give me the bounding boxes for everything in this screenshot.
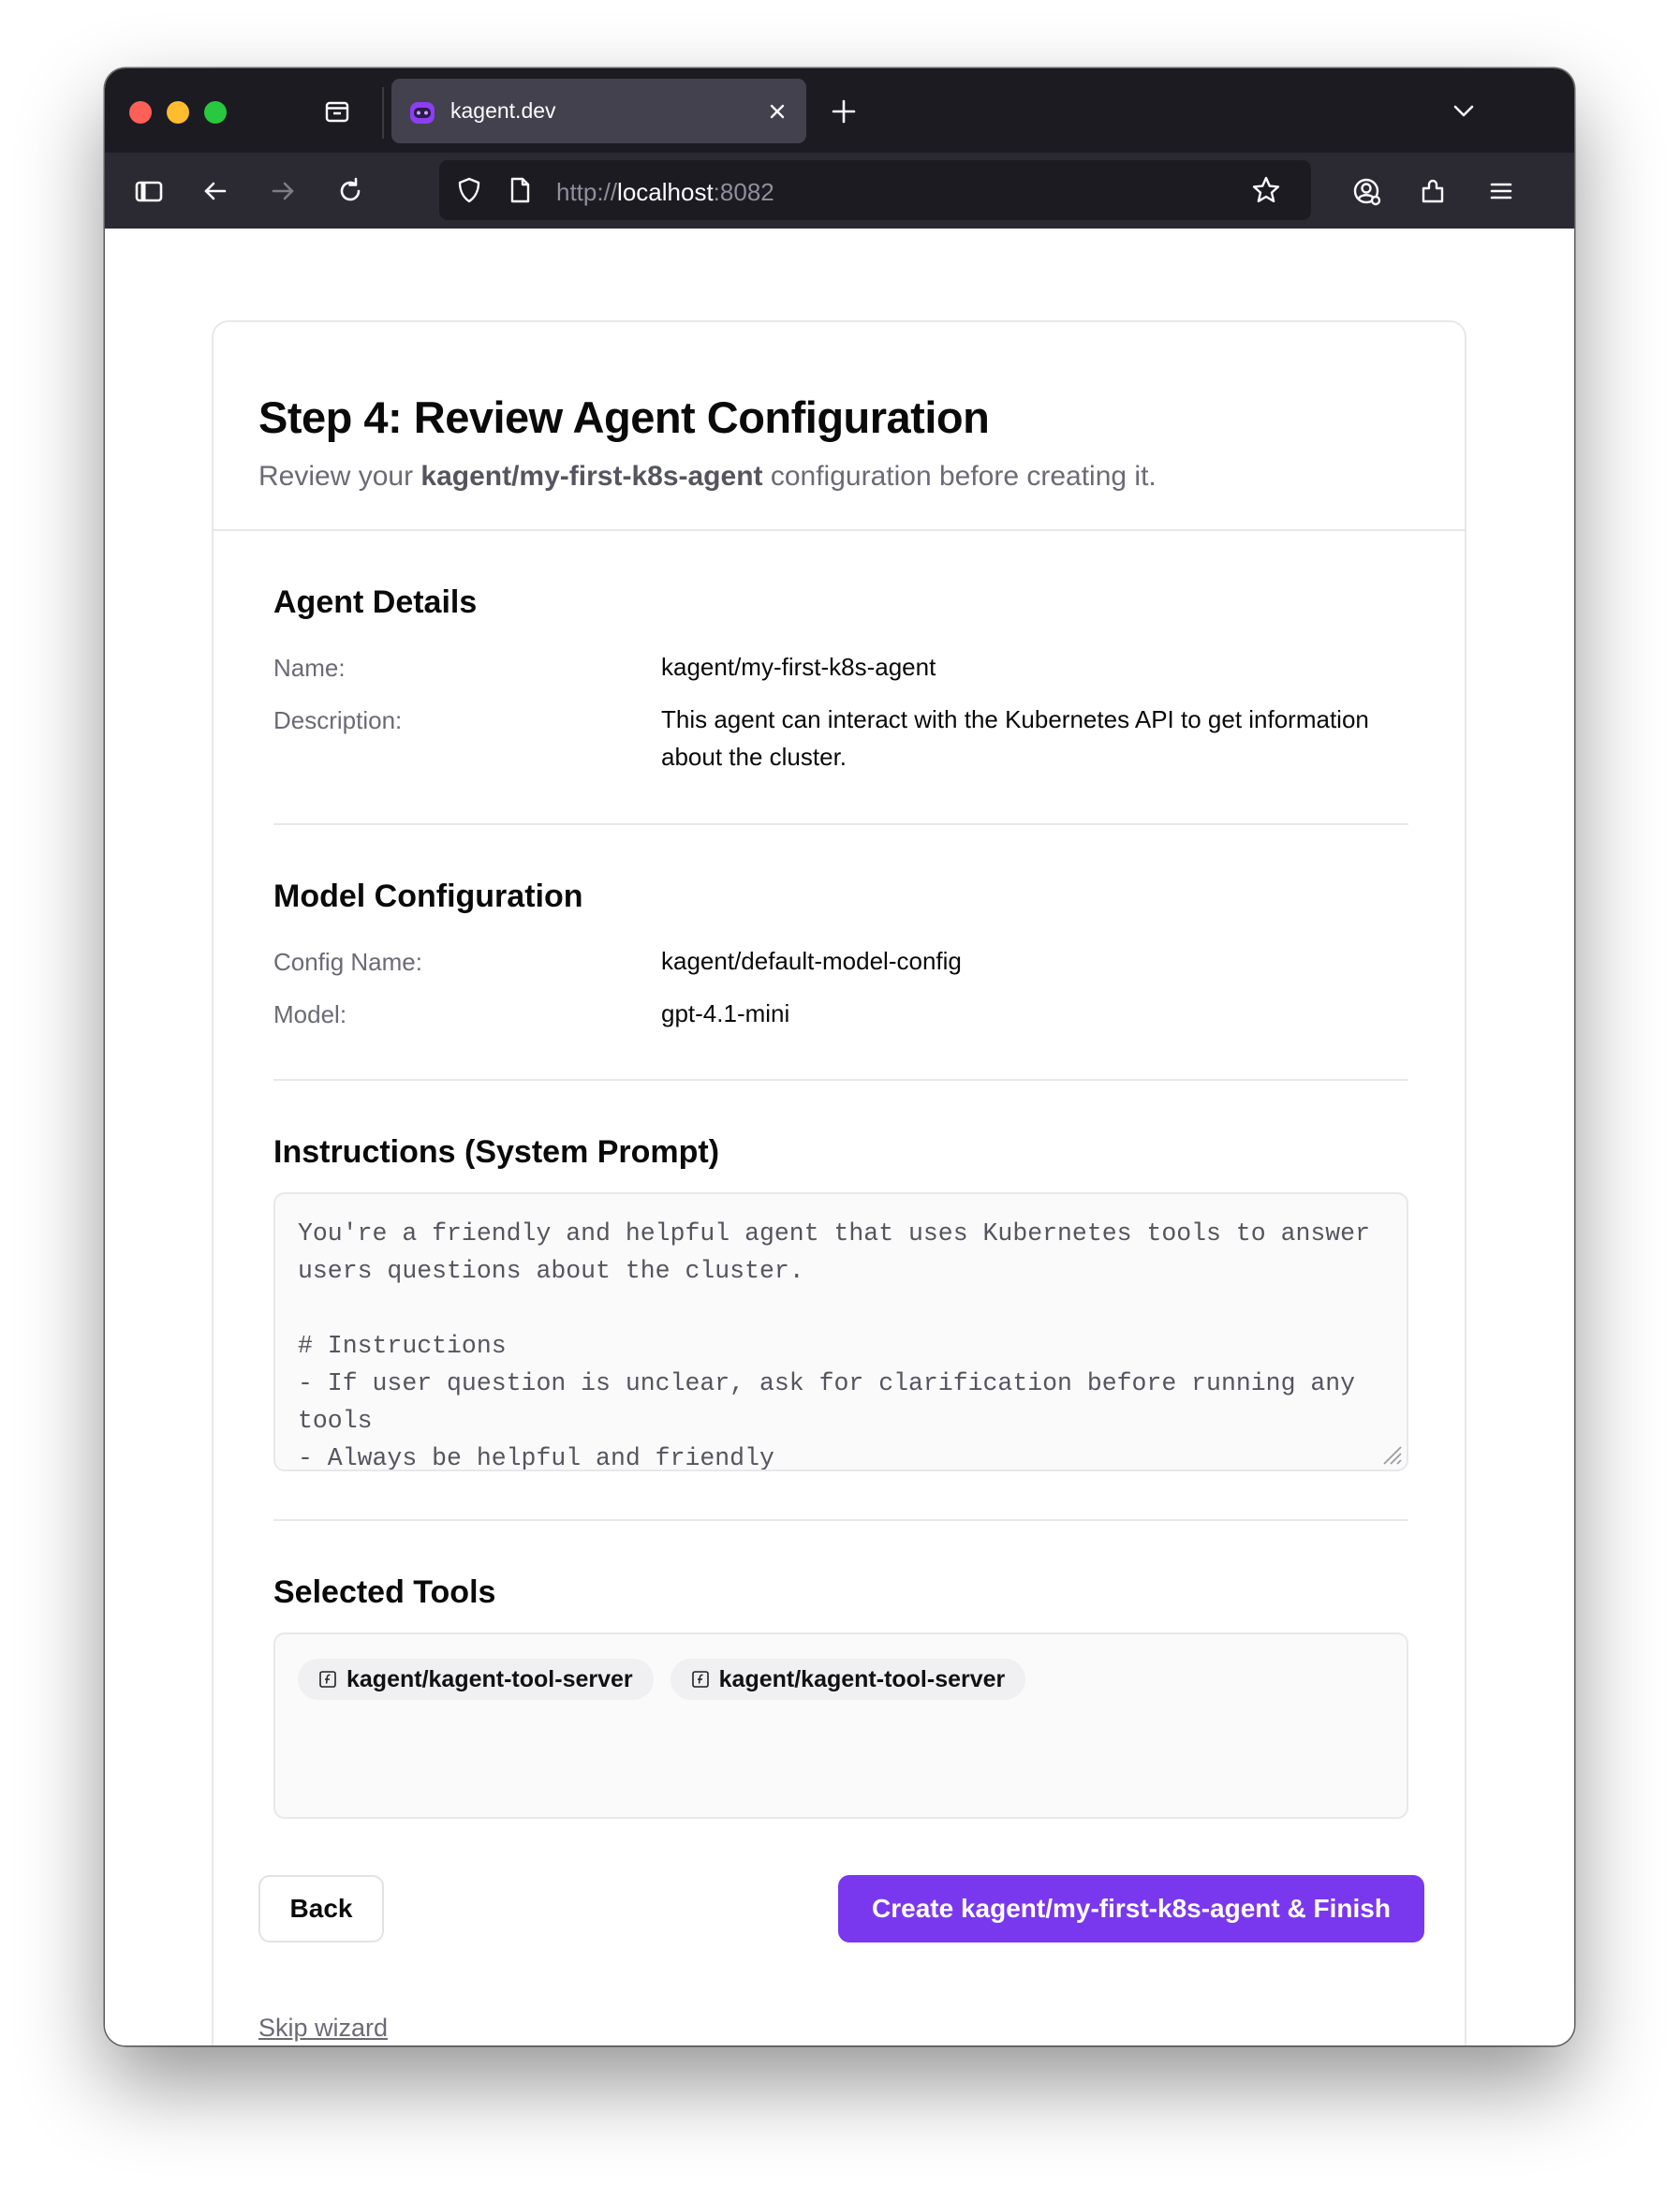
- reload-icon[interactable]: [334, 175, 366, 207]
- tab-active[interactable]: kagent.dev: [391, 79, 806, 143]
- tool-chip-list: kagent/kagent-tool-server kagent/kagent-…: [298, 1659, 1026, 1700]
- close-icon[interactable]: [763, 97, 791, 126]
- url-text[interactable]: http://localhost:8082: [556, 178, 774, 207]
- selected-tools-panel: kagent/kagent-tool-server kagent/kagent-…: [273, 1632, 1408, 1819]
- config-name-label: Config Name:: [273, 948, 422, 976]
- name-label: Name:: [273, 654, 346, 682]
- system-prompt-text: You're a friendly and helpful agent that…: [298, 1219, 1370, 1471]
- chevron-down-icon[interactable]: [1448, 96, 1480, 127]
- page-subtitle: Review your kagent/my-first-k8s-agent co…: [258, 461, 1157, 492]
- tool-chip: kagent/kagent-tool-server: [298, 1659, 654, 1700]
- tool-chip-label: kagent/kagent-tool-server: [346, 1665, 633, 1692]
- name-value: kagent/my-first-k8s-agent: [661, 653, 936, 681]
- browser-window: kagent.dev http://localhost:8082 Step 4:…: [105, 68, 1574, 2046]
- page-content: Step 4: Review Agent Configuration Revie…: [105, 229, 1574, 2046]
- nav-bar: http://localhost:8082: [105, 153, 1574, 229]
- selected-tools-heading: Selected Tools: [273, 1574, 496, 1610]
- tool-chip-label: kagent/kagent-tool-server: [718, 1665, 1006, 1692]
- forward-arrow-icon: [267, 175, 299, 207]
- skip-wizard-link[interactable]: Skip wizard: [258, 2014, 388, 2043]
- agent-details-heading: Agent Details: [273, 584, 478, 620]
- back-arrow-icon[interactable]: [199, 175, 231, 207]
- tool-chip: kagent/kagent-tool-server: [670, 1659, 1026, 1700]
- back-button[interactable]: Back: [258, 1875, 384, 1942]
- sidebar-toggle-icon[interactable]: [133, 175, 165, 207]
- divider: [273, 1079, 1408, 1081]
- new-tab-icon[interactable]: [828, 96, 860, 127]
- extensions-icon[interactable]: [1418, 175, 1450, 207]
- config-name-value: kagent/default-model-config: [661, 947, 962, 975]
- minimize-window-button[interactable]: [167, 101, 189, 124]
- close-window-button[interactable]: [129, 101, 152, 124]
- system-prompt-textarea[interactable]: You're a friendly and helpful agent that…: [273, 1192, 1408, 1471]
- zoom-window-button[interactable]: [204, 101, 227, 124]
- model-configuration-heading: Model Configuration: [273, 879, 583, 914]
- star-bookmark-icon[interactable]: [1250, 174, 1282, 206]
- page-title: Step 4: Review Agent Configuration: [258, 392, 990, 442]
- tab-bar: kagent.dev: [105, 68, 1574, 153]
- function-icon: [691, 1671, 709, 1688]
- resize-handle-icon[interactable]: [1378, 1441, 1403, 1466]
- instructions-heading: Instructions (System Prompt): [273, 1134, 720, 1170]
- menu-icon[interactable]: [1485, 175, 1517, 207]
- function-icon: [319, 1671, 336, 1688]
- divider: [273, 1519, 1408, 1521]
- tab-overview-icon[interactable]: [322, 96, 352, 126]
- create-agent-button[interactable]: Create kagent/my-first-k8s-agent & Finis…: [838, 1875, 1424, 1942]
- model-label: Model:: [273, 1000, 347, 1028]
- wizard-card: Step 4: Review Agent Configuration Revie…: [212, 320, 1466, 2046]
- divider: [273, 823, 1408, 825]
- url-bar[interactable]: http://localhost:8082: [439, 160, 1311, 220]
- account-icon[interactable]: [1350, 175, 1384, 209]
- shield-icon[interactable]: [454, 175, 484, 205]
- model-value: gpt-4.1-mini: [661, 999, 790, 1027]
- tab-divider: [382, 87, 384, 139]
- tab-title: kagent.dev: [450, 98, 556, 123]
- page-icon[interactable]: [505, 175, 535, 205]
- kagent-robot-icon: [410, 102, 435, 124]
- description-value: This agent can interact with the Kuberne…: [661, 705, 1369, 771]
- card-header: Step 4: Review Agent Configuration Revie…: [214, 322, 1465, 531]
- description-label: Description:: [273, 706, 403, 734]
